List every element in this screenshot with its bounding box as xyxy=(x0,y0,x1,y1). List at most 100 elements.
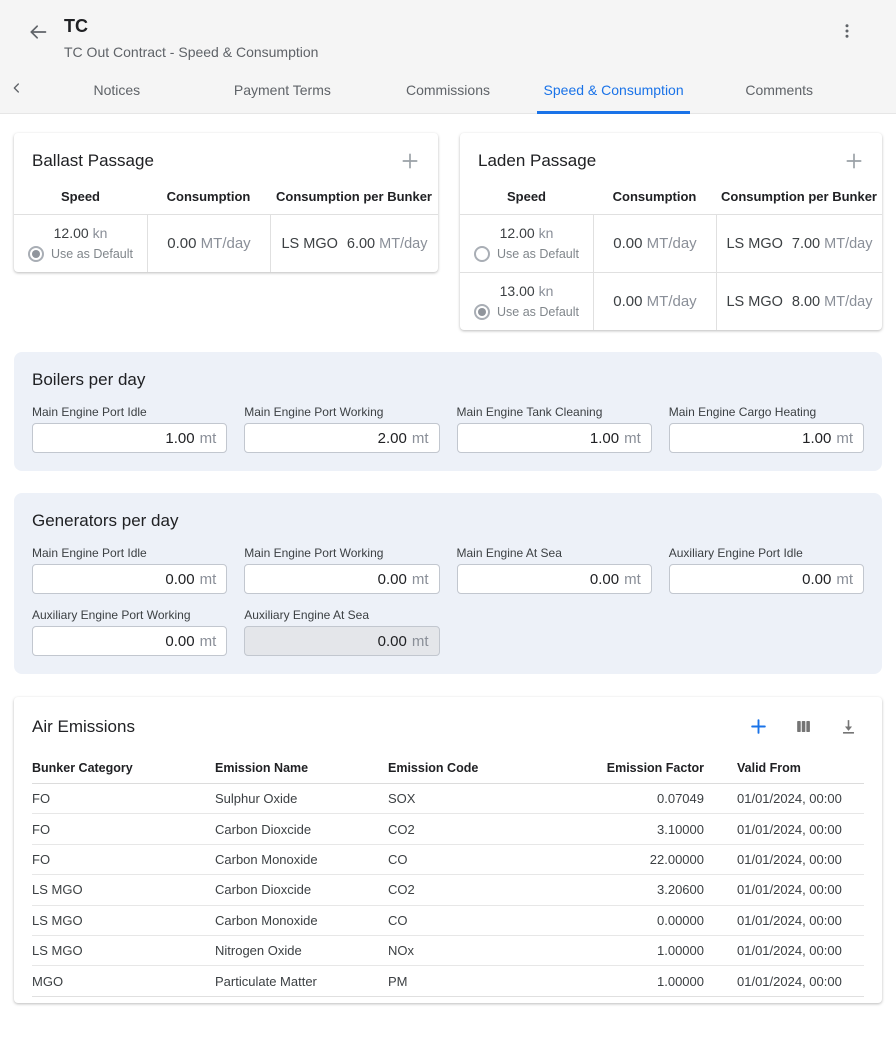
table-row[interactable]: LS MGO Carbon Dioxcide CO2 3.20600 01/01… xyxy=(32,875,864,905)
air-emissions-card: Air Emissions xyxy=(14,697,882,1003)
table-row[interactable]: FO Sulphur Oxide SOX 0.07049 01/01/2024,… xyxy=(32,784,864,814)
air-table-header: Bunker Category Emission Name Emission C… xyxy=(32,752,864,784)
field-auxiliary-engine-port-working: Auxiliary Engine Port Working 0.00mt xyxy=(32,608,227,656)
column-header-emission-name: Emission Name xyxy=(215,761,388,775)
main-engine-port-idle-input[interactable]: 1.00mt xyxy=(32,423,227,453)
use-as-default-radio[interactable] xyxy=(28,246,44,262)
field-label: Main Engine Port Idle xyxy=(32,405,227,419)
laden-add-row-button[interactable] xyxy=(842,149,866,173)
speed-cell: 12.00 kn Use as Default xyxy=(14,215,147,272)
emission-code-cell: CO2 xyxy=(388,882,546,897)
field-value: 2.00 xyxy=(378,430,407,447)
emission-name-cell: Particulate Matter xyxy=(215,974,388,989)
consumption-cell[interactable]: 0.00 MT/day xyxy=(593,273,716,330)
more-options-button[interactable] xyxy=(832,16,862,49)
bunker-value-group: 6.00 MT/day xyxy=(347,236,428,252)
top-header-block: TC TC Out Contract - Speed & Consumption… xyxy=(0,0,896,114)
emission-code-cell: PM xyxy=(388,974,546,989)
tab-bar: Notices Payment Terms Commissions Speed … xyxy=(0,66,896,114)
field-unit: mt xyxy=(200,571,217,588)
use-as-default-radio[interactable] xyxy=(474,246,490,262)
gen-main-engine-port-working-input[interactable]: 0.00 mt xyxy=(244,564,439,594)
field-main-engine-port-idle: Main Engine Port Idle 0.00mt xyxy=(32,546,227,594)
air-columns-button[interactable] xyxy=(792,715,815,738)
bunker-consumption-cell[interactable]: LS MGO 8.00 MT/day xyxy=(716,273,882,330)
field-main-engine-port-working: Main Engine Port Working 0.00 mt xyxy=(244,546,439,594)
bunker-category-cell: LS MGO xyxy=(32,913,215,928)
table-row[interactable]: FO Carbon Monoxide CO 22.00000 01/01/202… xyxy=(32,845,864,875)
tab-speed-consumption[interactable]: Speed & Consumption xyxy=(531,66,697,113)
laden-row: 13.00 kn Use as Default 0.00 MT/day LS M… xyxy=(460,272,882,330)
field-unit: mt xyxy=(412,571,429,588)
generators-fields: Main Engine Port Idle 0.00mt Main Engine… xyxy=(32,546,864,656)
emission-factor-cell: 22.00000 xyxy=(546,852,704,867)
use-as-default-label: Use as Default xyxy=(497,305,579,319)
aux-engine-port-idle-input[interactable]: 0.00mt xyxy=(669,564,864,594)
emission-name-cell: Nitrogen Oxide xyxy=(215,943,388,958)
consumption-unit: MT/day xyxy=(647,235,697,252)
tabs: Notices Payment Terms Commissions Speed … xyxy=(34,66,862,113)
tab-notices[interactable]: Notices xyxy=(34,66,200,113)
tabs-scroll-left-button[interactable] xyxy=(0,66,34,113)
field-main-engine-cargo-heating: Main Engine Cargo Heating 1.00mt xyxy=(669,405,864,453)
gen-main-engine-at-sea-input[interactable]: 0.00mt xyxy=(457,564,652,594)
field-label: Main Engine Port Idle xyxy=(32,546,227,560)
ballast-add-row-button[interactable] xyxy=(398,149,422,173)
use-as-default-option: Use as Default xyxy=(28,246,133,262)
field-unit: mt xyxy=(412,633,429,650)
air-add-button[interactable] xyxy=(747,715,770,738)
field-unit: mt xyxy=(836,430,853,447)
emission-code-cell: SOX xyxy=(388,791,546,806)
field-value: 0.00 xyxy=(590,571,619,588)
field-label: Auxiliary Engine Port Working xyxy=(32,608,227,622)
aux-engine-at-sea-input: 0.00mt xyxy=(244,626,439,656)
tab-payment-terms[interactable]: Payment Terms xyxy=(200,66,366,113)
air-emissions-title: Air Emissions xyxy=(32,717,135,737)
aux-engine-port-working-input[interactable]: 0.00mt xyxy=(32,626,227,656)
arrow-left-icon xyxy=(28,30,48,45)
field-main-engine-at-sea: Main Engine At Sea 0.00mt xyxy=(457,546,652,594)
table-row[interactable]: LS MGO Carbon Monoxide CO 0.00000 01/01/… xyxy=(32,906,864,936)
bunker-number: 8.00 xyxy=(792,294,820,310)
consumption-value: 0.00 MT/day xyxy=(613,235,696,252)
bunker-category-cell: MGO xyxy=(32,974,215,989)
speed-number: 12.00 xyxy=(54,225,89,241)
bunker-number: 7.00 xyxy=(792,236,820,252)
boilers-per-day-section: Boilers per day Main Engine Port Idle 1.… xyxy=(14,352,882,471)
table-row[interactable]: MGO Particulate Matter PM 1.00000 01/01/… xyxy=(32,966,864,996)
main-engine-port-working-input[interactable]: 2.00mt xyxy=(244,423,439,453)
speed-cell: 12.00 kn Use as Default xyxy=(460,215,593,272)
bunker-unit: MT/day xyxy=(379,236,427,252)
back-button[interactable] xyxy=(24,18,52,49)
laden-table-header: Speed Consumption Consumption per Bunker xyxy=(460,183,882,214)
bunker-consumption-cell[interactable]: LS MGO 6.00 MT/day xyxy=(270,215,438,272)
field-value: 1.00 xyxy=(165,430,194,447)
field-label: Main Engine Port Working xyxy=(244,546,439,560)
column-header-emission-code: Emission Code xyxy=(388,761,546,775)
gen-main-engine-port-idle-input[interactable]: 0.00mt xyxy=(32,564,227,594)
main-engine-cargo-heating-input[interactable]: 1.00mt xyxy=(669,423,864,453)
tab-commissions[interactable]: Commissions xyxy=(365,66,531,113)
field-value: 0.00 xyxy=(165,633,194,650)
main-engine-tank-cleaning-input[interactable]: 1.00mt xyxy=(457,423,652,453)
consumption-cell[interactable]: 0.00 MT/day xyxy=(593,215,716,272)
consumption-cell[interactable]: 0.00 MT/day xyxy=(147,215,270,272)
boilers-section-title: Boilers per day xyxy=(32,370,864,390)
emission-factor-cell: 3.20600 xyxy=(546,882,704,897)
consumption-unit: MT/day xyxy=(201,235,251,252)
column-header-valid-from: Valid From xyxy=(704,761,864,775)
bunker-number: 6.00 xyxy=(347,236,375,252)
bunker-category-cell: FO xyxy=(32,791,215,806)
bunker-consumption-value: LS MGO 8.00 MT/day xyxy=(726,294,872,310)
table-row[interactable]: LS MGO Nitrogen Oxide NOx 1.00000 01/01/… xyxy=(32,936,864,966)
speed-cell: 13.00 kn Use as Default xyxy=(460,273,593,330)
use-as-default-radio[interactable] xyxy=(474,304,490,320)
tab-comments[interactable]: Comments xyxy=(696,66,862,113)
field-value: 0.00 xyxy=(378,571,407,588)
bunker-consumption-cell[interactable]: LS MGO 7.00 MT/day xyxy=(716,215,882,272)
field-label: Auxiliary Engine Port Idle xyxy=(669,546,864,560)
air-download-button[interactable] xyxy=(837,715,860,738)
laden-passage-header: Laden Passage xyxy=(460,133,882,183)
table-row[interactable]: FO Carbon Dioxcide CO2 3.10000 01/01/202… xyxy=(32,814,864,844)
speed-unit: kn xyxy=(539,283,554,299)
